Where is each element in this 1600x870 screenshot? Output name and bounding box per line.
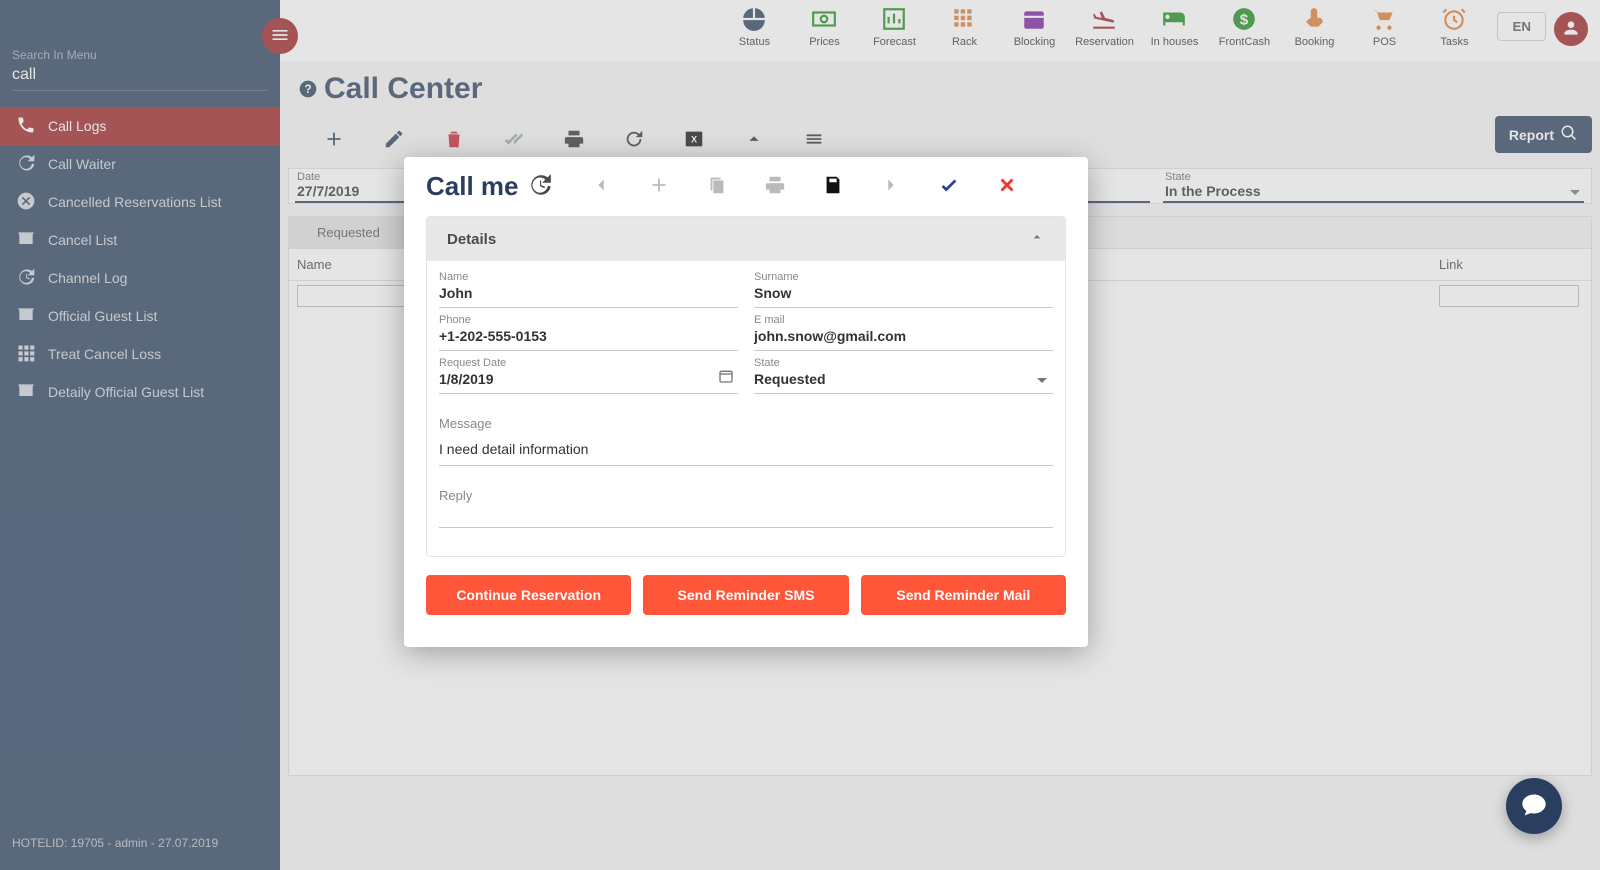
field-value: Requested: [754, 369, 1053, 391]
send-reminder-sms-button[interactable]: Send Reminder SMS: [643, 575, 848, 615]
field-label: Name: [439, 271, 738, 283]
request-date-field[interactable]: Request Date 1/8/2019: [439, 355, 738, 394]
chevron-right-icon: [880, 174, 902, 199]
modal-title: Call me: [426, 171, 519, 202]
field-label: Request Date: [439, 357, 738, 369]
name-field[interactable]: Name John: [439, 269, 738, 308]
save-button[interactable]: [821, 175, 845, 199]
history-icon[interactable]: [527, 172, 553, 201]
chevron-down-icon: [1037, 378, 1047, 383]
reply-field[interactable]: Reply: [439, 486, 1053, 528]
prev-button[interactable]: [589, 175, 613, 199]
field-value: +1-202-555-0153: [439, 326, 738, 348]
details-section-header[interactable]: Details: [427, 217, 1065, 261]
continue-reservation-button[interactable]: Continue Reservation: [426, 575, 631, 615]
close-icon: [996, 174, 1018, 199]
email-field[interactable]: E mail john.snow@gmail.com: [754, 312, 1053, 351]
field-value: john.snow@gmail.com: [754, 326, 1053, 348]
message-field[interactable]: Message I need detail information: [439, 414, 1053, 466]
field-value: I need detail information: [439, 431, 1053, 463]
print-button[interactable]: [763, 175, 787, 199]
next-button[interactable]: [879, 175, 903, 199]
chat-bubble-icon: [1520, 791, 1548, 822]
chevron-up-icon: [1029, 229, 1045, 249]
field-label: State: [754, 357, 1053, 369]
chevron-left-icon: [590, 174, 612, 199]
field-label: E mail: [754, 314, 1053, 326]
field-value: John: [439, 283, 738, 305]
close-button[interactable]: [995, 175, 1019, 199]
field-label: Surname: [754, 271, 1053, 283]
copy-button[interactable]: [705, 175, 729, 199]
copy-icon: [706, 174, 728, 199]
surname-field[interactable]: Surname Snow: [754, 269, 1053, 308]
field-label: Message: [439, 416, 1053, 431]
section-title: Details: [447, 231, 496, 248]
save-icon: [822, 174, 844, 199]
field-value: 1/8/2019: [439, 369, 738, 391]
state-field[interactable]: State Requested: [754, 355, 1053, 394]
printer-icon: [764, 174, 786, 199]
confirm-button[interactable]: [937, 175, 961, 199]
chat-button[interactable]: [1506, 778, 1562, 834]
add-button[interactable]: [647, 175, 671, 199]
field-label: Phone: [439, 314, 738, 326]
field-value: Snow: [754, 283, 1053, 305]
send-reminder-mail-button[interactable]: Send Reminder Mail: [861, 575, 1066, 615]
plus-icon: [648, 174, 670, 199]
calendar-icon[interactable]: [718, 368, 734, 387]
call-me-modal: Call me Details Name John Surn: [404, 157, 1088, 647]
phone-field[interactable]: Phone +1-202-555-0153: [439, 312, 738, 351]
check-icon: [938, 174, 960, 199]
field-label: Reply: [439, 488, 1053, 503]
